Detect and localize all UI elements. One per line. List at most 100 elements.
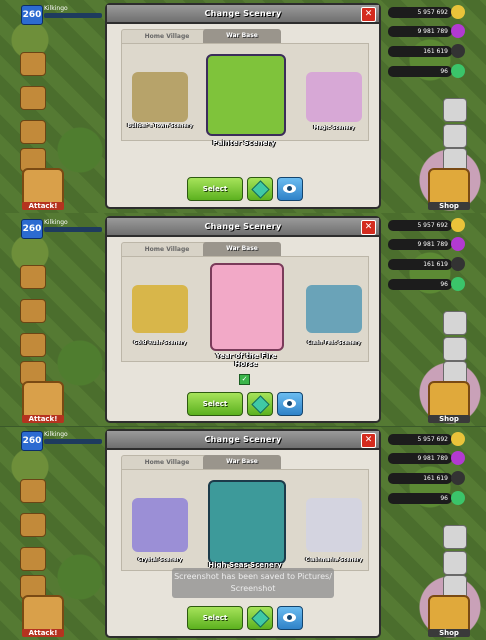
edit-layout-button[interactable] — [443, 124, 467, 148]
scenery-thumbnail-left[interactable] — [132, 72, 188, 122]
gold-icon — [451, 218, 465, 232]
close-button[interactable]: ✕ — [361, 433, 376, 448]
scenery-carousel: Crystal Scenery High Seas Scenery Clashm… — [121, 469, 369, 571]
shop-button[interactable]: Shop — [428, 595, 470, 637]
close-button[interactable]: ✕ — [361, 7, 376, 22]
dark-elixir-counter: 161 619 — [388, 46, 452, 57]
screen-panel-2: 260 Kilkingo Attack! 5 957 692 9 981 789… — [0, 213, 486, 426]
news-button[interactable] — [20, 299, 46, 323]
shop-label: Shop — [428, 202, 470, 210]
scenery-thumbnail-center[interactable] — [210, 263, 284, 351]
shop-button[interactable]: Shop — [428, 168, 470, 210]
tab-home-village[interactable]: Home Village — [121, 242, 213, 257]
scenery-carousel: Builder's Town Scenery Painter Scenery M… — [121, 43, 369, 147]
xp-bar — [44, 13, 102, 18]
elixir-counter: 9 981 789 — [388, 453, 452, 464]
news-button[interactable] — [20, 513, 46, 537]
screenshot-toast: Screenshot has been saved to Pictures/ S… — [172, 568, 334, 598]
chat-button[interactable] — [20, 52, 46, 76]
scenery-carousel: Gold Rush Scenery Year of the Fire Horse… — [121, 256, 369, 368]
shop-label: Shop — [428, 415, 470, 423]
tab-home-village[interactable]: Home Village — [121, 455, 213, 470]
clan-button[interactable] — [20, 547, 46, 571]
clan-button[interactable] — [20, 120, 46, 144]
scenery-name-right: Magic Scenery — [313, 125, 355, 131]
gold-counter: 5 957 692 — [388, 7, 452, 18]
xp-bar — [44, 439, 102, 444]
scenery-name-right: Clash Fest Scenery — [307, 340, 361, 346]
gold-counter: 5 957 692 — [388, 434, 452, 445]
gem-icon — [451, 277, 465, 291]
player-name: Kilkingo — [44, 5, 68, 12]
shop-label: Shop — [428, 629, 470, 637]
gold-icon — [451, 5, 465, 19]
settings-button[interactable] — [443, 98, 467, 122]
elixir-icon — [451, 237, 465, 251]
dialog-title: Change Scenery — [107, 5, 379, 24]
tab-war-base[interactable]: War Base — [203, 242, 281, 256]
level-badge: 260 — [21, 431, 43, 451]
change-scenery-dialog: Change Scenery ✕ Home Village War Base B… — [105, 3, 381, 209]
preview-button[interactable] — [277, 177, 303, 201]
gem-icon — [251, 609, 270, 628]
buy-gem-button[interactable] — [247, 177, 273, 201]
chat-button[interactable] — [20, 265, 46, 289]
scenery-thumbnail-left[interactable] — [132, 498, 188, 552]
buy-gem-button[interactable] — [247, 392, 273, 416]
shop-button[interactable]: Shop — [428, 381, 470, 423]
elixir-counter: 9 981 789 — [388, 26, 452, 37]
scenery-name-left: Builder's Town Scenery — [127, 123, 193, 129]
buy-gem-button[interactable] — [247, 606, 273, 630]
attack-label: Attack! — [22, 629, 64, 637]
gold-icon — [451, 432, 465, 446]
news-button[interactable] — [20, 86, 46, 110]
chat-button[interactable] — [20, 479, 46, 503]
scenery-thumbnail-right[interactable] — [306, 285, 362, 333]
scenery-thumbnail-center[interactable] — [208, 480, 286, 564]
tab-war-base[interactable]: War Base — [203, 455, 281, 469]
dark-elixir-icon — [451, 257, 465, 271]
attack-button[interactable]: Attack! — [22, 381, 64, 423]
dialog-title: Change Scenery — [107, 218, 379, 237]
tab-home-village[interactable]: Home Village — [121, 29, 213, 44]
edit-layout-button[interactable] — [443, 337, 467, 361]
preview-button[interactable] — [277, 392, 303, 416]
scenery-thumbnail-right[interactable] — [306, 72, 362, 122]
settings-button[interactable] — [443, 525, 467, 549]
attack-button[interactable]: Attack! — [22, 168, 64, 210]
dark-elixir-icon — [451, 44, 465, 58]
scenery-name-left: Crystal Scenery — [137, 557, 183, 563]
scenery-name-center: Year of the Fire Horse — [215, 352, 277, 368]
select-button[interactable]: Select — [187, 606, 243, 630]
gem-icon — [451, 64, 465, 78]
scenery-name-center: Painter Scenery — [212, 139, 276, 147]
attack-label: Attack! — [22, 415, 64, 423]
attack-button[interactable]: Attack! — [22, 595, 64, 637]
scenery-thumbnail-center[interactable] — [206, 54, 286, 136]
gem-icon — [251, 180, 270, 199]
gold-counter: 5 957 692 — [388, 220, 452, 231]
scenery-name-left: Gold Rush Scenery — [133, 340, 187, 346]
clan-button[interactable] — [20, 333, 46, 357]
select-button[interactable]: Select — [187, 392, 243, 416]
change-scenery-dialog: Change Scenery ✕ Home Village War Base C… — [105, 429, 381, 638]
attack-label: Attack! — [22, 202, 64, 210]
eye-icon — [283, 613, 296, 622]
gems-counter: 96 — [388, 279, 452, 290]
dark-elixir-counter: 161 619 — [388, 473, 452, 484]
edit-layout-button[interactable] — [443, 551, 467, 575]
settings-button[interactable] — [443, 311, 467, 335]
scenery-name-right: Clashmania Scenery — [305, 557, 363, 563]
xp-bar — [44, 227, 102, 232]
tab-war-base[interactable]: War Base — [203, 29, 281, 43]
close-button[interactable]: ✕ — [361, 220, 376, 235]
scenery-thumbnail-right[interactable] — [306, 498, 362, 552]
eye-icon — [283, 399, 296, 408]
gems-counter: 96 — [388, 493, 452, 504]
gem-icon — [251, 395, 270, 414]
scenery-thumbnail-left[interactable] — [132, 285, 188, 333]
dialog-title: Change Scenery — [107, 431, 379, 450]
preview-button[interactable] — [277, 606, 303, 630]
select-button[interactable]: Select — [187, 177, 243, 201]
level-badge: 260 — [21, 5, 43, 25]
